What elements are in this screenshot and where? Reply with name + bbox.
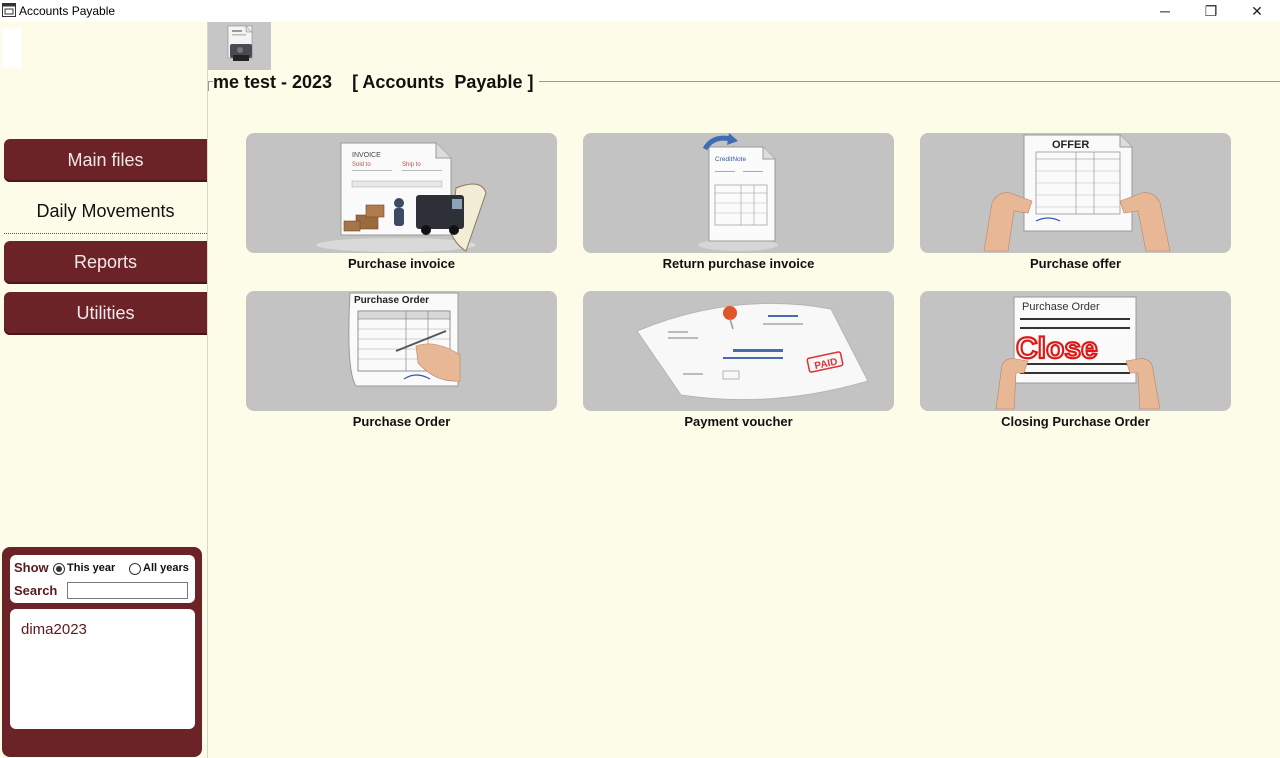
company-filter-panel: Show This year All years Search dima2023 bbox=[2, 547, 202, 757]
tile-label[interactable]: Purchase Order bbox=[246, 414, 557, 429]
tile-purchase-order[interactable]: Purchase Order bbox=[246, 291, 557, 411]
tile-label[interactable]: Payment voucher bbox=[583, 414, 894, 429]
close-purchase-order-icon: Purchase Order Close bbox=[995, 296, 1161, 410]
tile-label[interactable]: Return purchase invoice bbox=[583, 256, 894, 271]
art-sold-to-text: Sold to bbox=[352, 162, 371, 168]
art-invoice-text: INVOICE bbox=[352, 152, 381, 159]
minimize-button[interactable]: ─ bbox=[1142, 0, 1188, 22]
restore-icon: ❐ bbox=[1204, 2, 1218, 19]
window-title: Accounts Payable bbox=[19, 4, 116, 18]
art-purchase-order-text: Purchase Order bbox=[354, 295, 429, 306]
tile-label[interactable]: Purchase offer bbox=[920, 256, 1231, 271]
purchase-order-sign-icon: Purchase Order bbox=[348, 292, 461, 387]
sidebar-divider bbox=[207, 22, 208, 758]
pinned-paid-voucher-icon: PAID bbox=[636, 302, 869, 401]
close-button[interactable]: ✕ bbox=[1234, 0, 1280, 22]
radio-all-years-label: All years bbox=[143, 562, 189, 574]
invoice-truck-icon: INVOICE Sold to Ship to bbox=[316, 142, 487, 252]
company-logo bbox=[208, 22, 271, 70]
company-header: me test - 2023 [ Accounts Payable ] bbox=[208, 70, 1280, 100]
header-rule-left bbox=[208, 81, 209, 91]
tile-label[interactable]: Closing Purchase Order bbox=[920, 414, 1231, 429]
company-title: me test - 2023 [ Accounts Payable ] bbox=[213, 72, 540, 93]
show-label: Show bbox=[14, 560, 49, 575]
search-input[interactable] bbox=[67, 582, 188, 599]
nav-utilities[interactable]: Utilities bbox=[4, 292, 207, 335]
art-close-text: Close bbox=[1016, 332, 1098, 365]
tile-return-purchase-invoice[interactable]: CreditNote bbox=[583, 133, 894, 253]
sidebar-logo-placeholder bbox=[2, 28, 22, 68]
tile-purchase-invoice[interactable]: INVOICE Sold to Ship to bbox=[246, 133, 557, 253]
restore-button[interactable]: ❐ bbox=[1188, 0, 1234, 22]
radio-this-year-label: This year bbox=[67, 562, 116, 574]
nav-daily-movements[interactable]: Daily Movements bbox=[4, 190, 207, 234]
filter-box: Show This year All years Search bbox=[10, 555, 195, 603]
art-credit-note-text: CreditNote bbox=[715, 156, 746, 163]
radio-all-years[interactable] bbox=[129, 563, 141, 575]
minimize-icon: ─ bbox=[1160, 3, 1170, 19]
nav-label: Daily Movements bbox=[36, 201, 175, 221]
tile-purchase-offer[interactable]: OFFER bbox=[920, 133, 1231, 253]
nav-label: Main files bbox=[67, 150, 144, 170]
app-window-icon bbox=[2, 3, 16, 17]
nav-reports[interactable]: Reports bbox=[4, 241, 207, 284]
tile-label[interactable]: Purchase invoice bbox=[246, 256, 557, 271]
radio-this-year[interactable] bbox=[53, 563, 65, 575]
document-printer-logo-icon bbox=[227, 25, 253, 61]
tile-closing-purchase-order[interactable]: Purchase Order Close bbox=[920, 291, 1231, 411]
art-ship-to-text: Ship to bbox=[402, 162, 421, 168]
credit-note-icon: CreditNote bbox=[698, 133, 778, 251]
search-label: Search bbox=[14, 583, 58, 598]
nav-label: Reports bbox=[73, 252, 138, 272]
nav-main-files[interactable]: Main files bbox=[4, 139, 207, 182]
offer-sheet-icon: OFFER bbox=[983, 134, 1171, 252]
tile-payment-voucher[interactable]: PAID bbox=[583, 291, 894, 411]
close-icon: ✕ bbox=[1251, 2, 1263, 19]
art-po-title-text: Purchase Order bbox=[1022, 301, 1100, 313]
list-item[interactable]: dima2023 bbox=[21, 621, 87, 638]
window-titlebar: Accounts Payable ─ ❐ ✕ bbox=[0, 0, 1280, 22]
nav-label: Utilities bbox=[76, 303, 135, 323]
art-offer-text: OFFER bbox=[1052, 139, 1089, 151]
company-list: dima2023 bbox=[10, 609, 195, 729]
